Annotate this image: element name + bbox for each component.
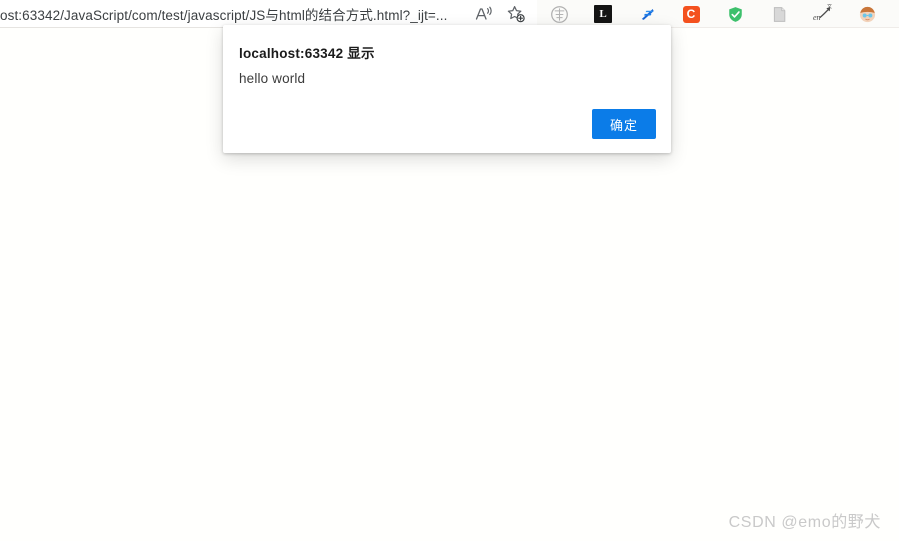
green-shield-extension-icon[interactable] <box>713 0 757 28</box>
dialog-title: localhost:63342 显示 <box>239 46 375 61</box>
add-favorite-star-icon[interactable] <box>506 4 526 24</box>
svg-text:文: 文 <box>827 4 832 10</box>
javascript-alert-dialog: localhost:63342 显示 hello world 确定 <box>223 25 671 153</box>
browser-toolbar: ost:63342/JavaScript/com/test/javascript… <box>0 0 899 28</box>
dialog-message: hello world <box>239 71 306 86</box>
extension-toolbar: L C en 文 <box>537 0 899 28</box>
translate-en-extension-icon[interactable]: en 文 <box>801 0 845 28</box>
watermark: CSDN @emo的野犬 <box>728 514 881 531</box>
dialog-actions: 确定 <box>592 109 656 139</box>
dialog-confirm-button[interactable]: 确定 <box>592 109 656 139</box>
profile-avatar-icon[interactable] <box>845 0 889 28</box>
grey-circle-extension-icon[interactable] <box>537 0 581 28</box>
address-bar-url-text[interactable]: ost:63342/JavaScript/com/test/javascript… <box>0 4 474 24</box>
orange-c-extension-icon[interactable]: C <box>669 0 713 28</box>
grey-page-extension-icon[interactable] <box>757 0 801 28</box>
address-bar-actions <box>474 4 537 24</box>
blue-e-extension-icon[interactable] <box>625 0 669 28</box>
dark-square-extension-icon[interactable]: L <box>581 0 625 28</box>
read-aloud-icon[interactable] <box>474 4 494 24</box>
dark-square-extension-label: L <box>594 5 612 23</box>
address-bar[interactable]: ost:63342/JavaScript/com/test/javascript… <box>0 0 537 28</box>
orange-c-extension-label: C <box>682 5 700 23</box>
